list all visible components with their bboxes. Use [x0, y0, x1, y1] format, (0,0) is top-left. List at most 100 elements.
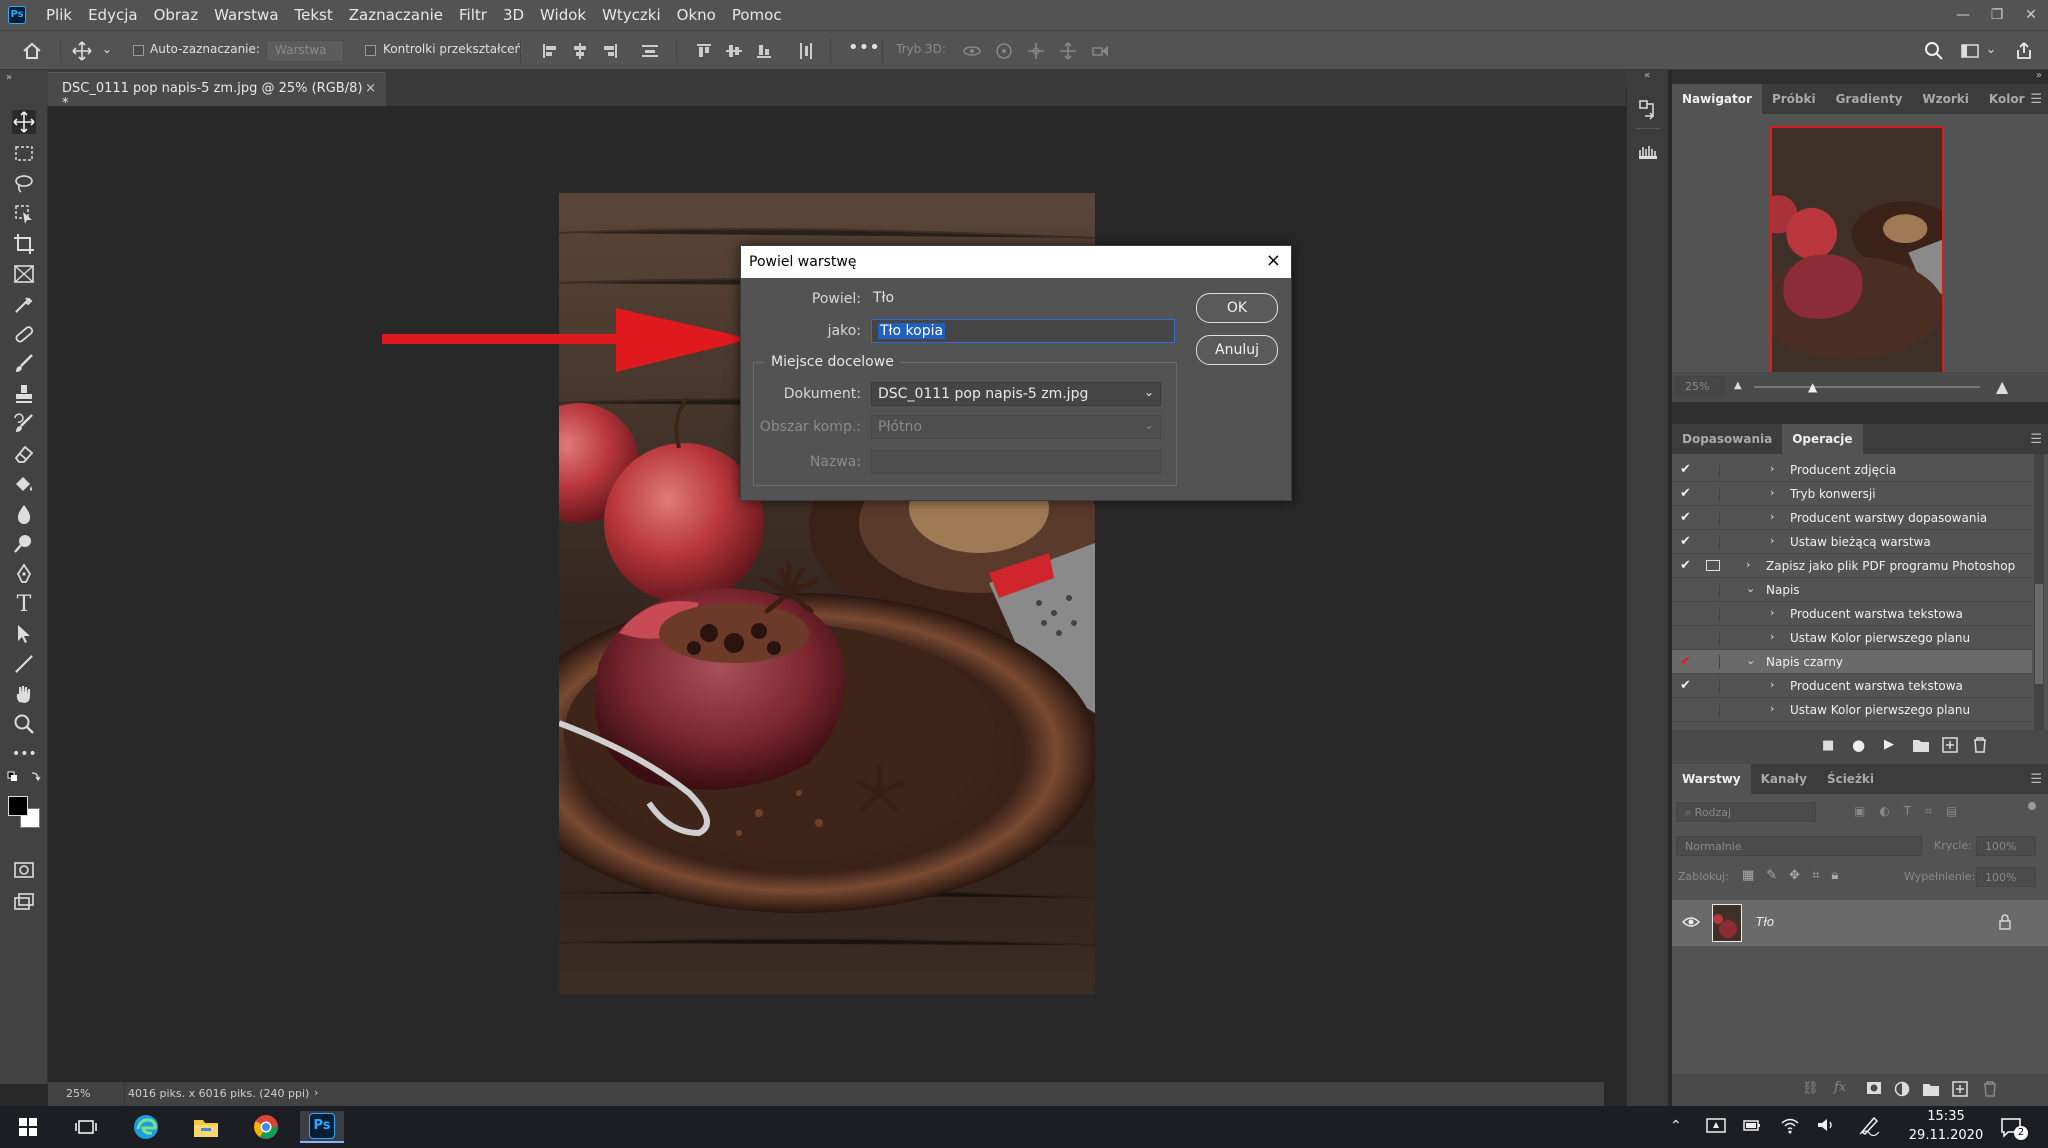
collapse-toolbar-icon[interactable]: »: [0, 70, 48, 106]
record-icon[interactable]: ●: [1852, 736, 1865, 754]
crop-tool-icon[interactable]: [12, 232, 36, 256]
new-action-icon[interactable]: [1942, 737, 1958, 753]
panel-menu-icon[interactable]: ☰: [2030, 92, 2042, 107]
filter-toggle-icon[interactable]: [2028, 802, 2036, 810]
dialog-close-icon[interactable]: ×: [1266, 250, 1281, 271]
action-toggle-checkbox[interactable]: ✔: [1680, 678, 1694, 693]
action-row[interactable]: ⌄ Napis: [1672, 578, 2032, 602]
tab-operacje[interactable]: Operacje: [1782, 424, 1863, 454]
marquee-tool-icon[interactable]: [12, 142, 36, 166]
zoom-slider-handle[interactable]: ▲: [1808, 380, 1817, 394]
foreground-color-swatch[interactable]: [8, 796, 28, 816]
expand-arrow-icon[interactable]: ›: [1770, 630, 1774, 643]
action-toggle-checkbox[interactable]: ✔: [1680, 486, 1694, 501]
line-tool-icon[interactable]: [12, 652, 36, 676]
opacity-field[interactable]: 100%: [1976, 836, 2036, 856]
path-selection-tool-icon[interactable]: [12, 622, 36, 646]
eye-icon[interactable]: [1682, 915, 1700, 929]
new-group-icon[interactable]: [1922, 1081, 1940, 1097]
hand-tool-icon[interactable]: [12, 682, 36, 706]
menu-3d[interactable]: 3D: [495, 0, 532, 30]
expand-arrow-icon[interactable]: ›: [1746, 558, 1750, 571]
pen-workspace-icon[interactable]: [1858, 1114, 1880, 1136]
close-tab-icon[interactable]: ×: [365, 81, 376, 96]
delete-layer-icon[interactable]: [1982, 1081, 1998, 1097]
dialog-toggle-empty[interactable]: [1706, 679, 1720, 693]
menu-obraz[interactable]: Obraz: [146, 0, 207, 30]
dialog-toggle-empty[interactable]: [1706, 511, 1720, 525]
minimize-button[interactable]: —: [1946, 0, 1980, 30]
menu-tekst[interactable]: Tekst: [287, 0, 341, 30]
action-toggle-checkbox[interactable]: ✔: [1680, 510, 1694, 525]
action-row[interactable]: ✔ › Producent warstwy dopasowania: [1672, 506, 2032, 530]
history-brush-tool-icon[interactable]: [12, 412, 36, 436]
navigator-zoom-field[interactable]: 25%: [1676, 376, 1724, 396]
cancel-button[interactable]: Anuluj: [1196, 335, 1278, 365]
menu-widok[interactable]: Widok: [532, 0, 594, 30]
tray-overflow-icon[interactable]: ⌃: [1670, 1118, 1682, 1134]
collapse-arrow-icon[interactable]: ⌄: [1746, 582, 1755, 595]
workspace-icon[interactable]: [1960, 41, 1980, 61]
tab-gradienty[interactable]: Gradienty: [1826, 84, 1913, 114]
collapse-arrow-icon[interactable]: ⌄: [1746, 654, 1755, 667]
battery-icon[interactable]: [1742, 1116, 1762, 1134]
tab-navigator[interactable]: Nawigator: [1672, 84, 1762, 114]
dialog-toggle-empty[interactable]: [1706, 607, 1720, 621]
navigator-thumbnail[interactable]: [1770, 126, 1944, 386]
pan-3d-icon[interactable]: [1026, 41, 1046, 61]
dialog-toggle-empty[interactable]: [1706, 631, 1720, 645]
tab-wzorki[interactable]: Wzorki: [1912, 84, 1978, 114]
tab-sciezki[interactable]: Ścieżki: [1817, 764, 1884, 794]
file-explorer-icon[interactable]: [184, 1111, 228, 1143]
brush-tool-icon[interactable]: [12, 352, 36, 376]
stop-icon[interactable]: ■: [1822, 738, 1834, 753]
frame-tool-icon[interactable]: [12, 262, 36, 286]
orbit-3d-icon[interactable]: [962, 41, 982, 61]
pen-tool-icon[interactable]: [12, 562, 36, 586]
folder-icon[interactable]: [1912, 737, 1930, 753]
transform-controls-checkbox[interactable]: [365, 45, 376, 56]
expand-arrow-icon[interactable]: ›: [1770, 462, 1774, 475]
type-tool-icon[interactable]: T: [12, 592, 36, 617]
quick-mask-icon[interactable]: [12, 858, 36, 882]
eraser-tool-icon[interactable]: [12, 442, 36, 466]
stamp-tool-icon[interactable]: [12, 382, 36, 406]
adjustment-layer-icon[interactable]: [1894, 1081, 1910, 1097]
expand-arrow-icon[interactable]: ›: [1770, 510, 1774, 523]
dialog-toggle-empty[interactable]: [1706, 703, 1720, 717]
move-tool-icon[interactable]: [12, 110, 36, 134]
lasso-tool-icon[interactable]: [12, 172, 36, 196]
start-button[interactable]: [6, 1111, 50, 1143]
menu-wtyczki[interactable]: Wtyczki: [594, 0, 669, 30]
as-input[interactable]: Tło kopia: [871, 319, 1175, 343]
expand-arrow-icon[interactable]: ›: [1770, 678, 1774, 691]
action-row[interactable]: ✔ › Ustaw bieżącą warstwa: [1672, 530, 2032, 554]
panel-menu-icon[interactable]: ☰: [2030, 432, 2042, 447]
expand-arrow-icon[interactable]: ›: [1770, 606, 1774, 619]
meet-now-icon[interactable]: [1706, 1116, 1726, 1134]
more-tools-icon[interactable]: •••: [12, 742, 37, 766]
zoom-level[interactable]: 25%: [66, 1087, 90, 1100]
action-toggle-checkbox[interactable]: ✔: [1680, 534, 1694, 549]
restore-button[interactable]: ❐: [1980, 0, 2014, 30]
document-select[interactable]: DSC_0111 pop napis-5 zm.jpg ⌄: [871, 382, 1161, 406]
layer-row[interactable]: Tło: [1672, 900, 2048, 946]
healing-brush-tool-icon[interactable]: [12, 322, 36, 346]
align-top-icon[interactable]: [694, 41, 714, 61]
action-toggle-checkbox[interactable]: ✔: [1680, 462, 1694, 477]
action-row[interactable]: ✔ › Producent zdjęcia: [1672, 458, 2032, 482]
home-icon[interactable]: [22, 41, 42, 61]
zoom-out-icon[interactable]: ▲: [1734, 380, 1742, 391]
default-colors-icon[interactable]: [6, 770, 42, 794]
tab-probki[interactable]: Próbki: [1762, 84, 1826, 114]
menu-okno[interactable]: Okno: [669, 0, 724, 30]
action-row[interactable]: ✔ › Producent warstwa tekstowa: [1672, 674, 2032, 698]
paint-bucket-tool-icon[interactable]: [12, 472, 36, 496]
new-layer-icon[interactable]: [1952, 1081, 1968, 1097]
chevron-down-icon[interactable]: ⌄: [102, 42, 112, 56]
ok-button[interactable]: OK: [1196, 293, 1278, 323]
layer-name[interactable]: Tło: [1756, 915, 1774, 929]
chrome-icon[interactable]: [244, 1111, 288, 1143]
align-bottom-icon[interactable]: [754, 41, 774, 61]
fill-field[interactable]: 100%: [1976, 867, 2036, 887]
